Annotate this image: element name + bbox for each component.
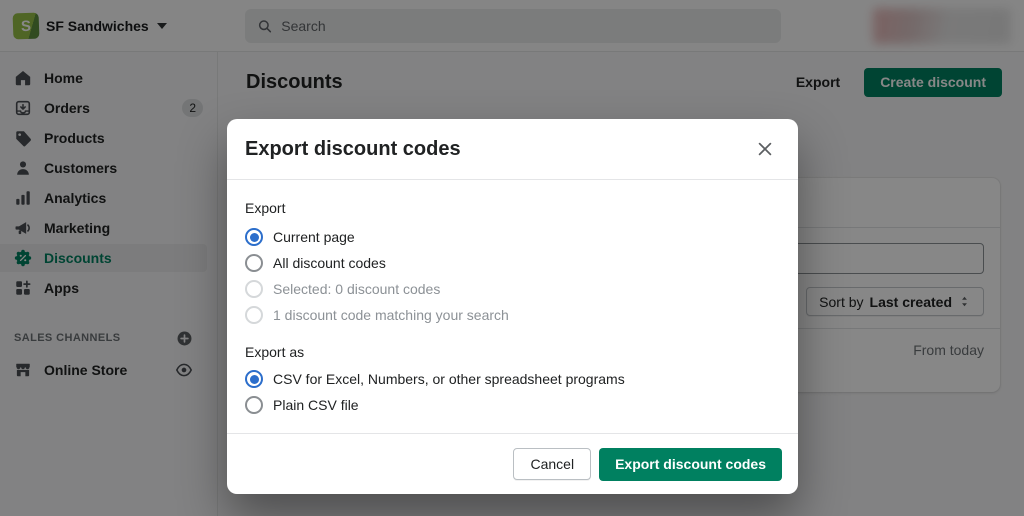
export-as-label: Export as — [245, 344, 305, 360]
radio-unselected-icon — [245, 254, 263, 272]
radio-label: Plain CSV file — [273, 397, 359, 413]
close-icon — [758, 142, 772, 156]
radio-unselected-icon — [245, 396, 263, 414]
radio-disabled-icon — [245, 306, 263, 324]
modal-body: Export Current page All discount codes S… — [227, 180, 798, 418]
modal-footer: Cancel Export discount codes — [227, 433, 798, 494]
close-button[interactable] — [750, 134, 780, 164]
export-discount-codes-button[interactable]: Export discount codes — [599, 447, 782, 481]
export-section-label: Export — [245, 200, 286, 216]
radio-label: 1 discount code matching your search — [273, 307, 509, 323]
radio-all-discount-codes[interactable]: All discount codes — [245, 250, 778, 276]
radio-selected-icon — [245, 370, 263, 388]
radio-disabled-icon — [245, 280, 263, 298]
radio-selected-discount-codes: Selected: 0 discount codes — [245, 276, 778, 302]
radio-selected-icon — [245, 228, 263, 246]
cancel-button[interactable]: Cancel — [513, 448, 592, 480]
radio-label: CSV for Excel, Numbers, or other spreads… — [273, 371, 625, 387]
radio-label: All discount codes — [273, 255, 386, 271]
radio-matching-search: 1 discount code matching your search — [245, 302, 778, 328]
radio-plain-csv[interactable]: Plain CSV file — [245, 392, 778, 418]
export-discount-codes-modal: Export discount codes Export Current pag… — [227, 119, 798, 494]
modal-header: Export discount codes — [227, 119, 798, 180]
radio-label: Selected: 0 discount codes — [273, 281, 441, 297]
radio-label: Current page — [273, 229, 355, 245]
radio-csv-spreadsheet[interactable]: CSV for Excel, Numbers, or other spreads… — [245, 366, 778, 392]
radio-current-page[interactable]: Current page — [245, 224, 778, 250]
modal-title: Export discount codes — [245, 137, 461, 160]
shopify-admin: S SF Sandwiches Home — [0, 0, 1024, 516]
